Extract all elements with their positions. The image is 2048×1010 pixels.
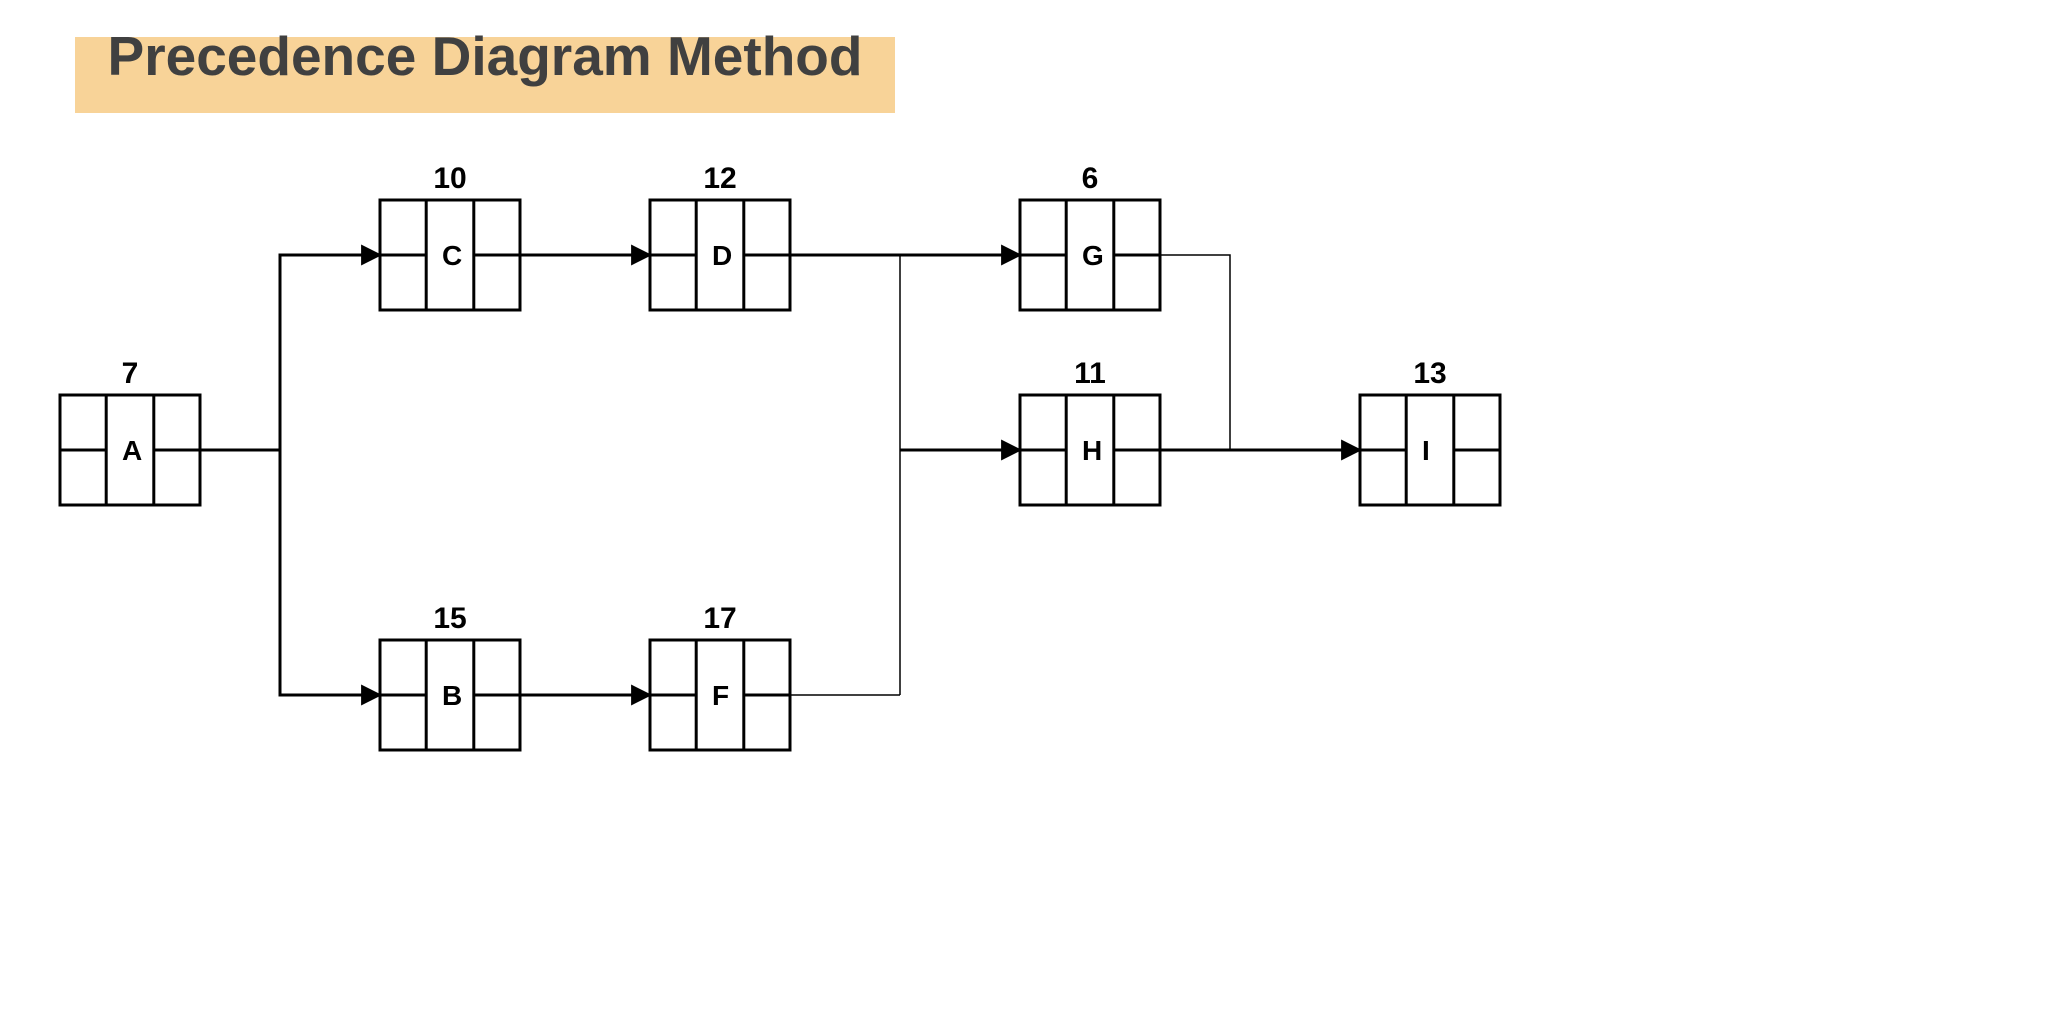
node-label-F: F (712, 680, 729, 711)
precedence-diagram-svg: A7C10D12B15F17G6H11I13 (0, 0, 2048, 1010)
node-duration-I: 13 (1413, 357, 1446, 390)
node-label-A: A (122, 435, 142, 466)
node-I: I 13 (1360, 357, 1500, 505)
node-label-I: I (1422, 435, 1430, 466)
node-B: B 15 (380, 602, 520, 750)
node-label-C: C (442, 240, 462, 271)
node-duration-B: 15 (433, 602, 466, 635)
node-A: A7 (60, 357, 200, 505)
node-H: H 11 (1020, 357, 1160, 505)
nodes-layer: A7C10D12B15F17G6H11I13 (60, 162, 1500, 750)
title-text: Precedence Diagram Method (75, 25, 895, 88)
node-duration-G: 6 (1082, 162, 1099, 195)
node-duration-C: 10 (433, 162, 466, 195)
node-duration-D: 12 (703, 162, 736, 195)
node-label-G: G (1082, 240, 1104, 271)
node-label-B: B (442, 680, 462, 711)
node-duration-A: 7 (122, 357, 139, 390)
edges-layer (200, 255, 1360, 695)
diagram-canvas: Precedence Diagram Method A7C10D12B15F17… (0, 0, 2048, 1010)
node-C: C 10 (380, 162, 520, 310)
node-D: D 12 (650, 162, 790, 310)
node-duration-H: 11 (1074, 357, 1106, 390)
node-G: G6 (1020, 162, 1160, 310)
node-label-D: D (712, 240, 732, 271)
node-duration-F: 17 (703, 602, 736, 635)
node-F: F 17 (650, 602, 790, 750)
node-label-H: H (1082, 435, 1102, 466)
